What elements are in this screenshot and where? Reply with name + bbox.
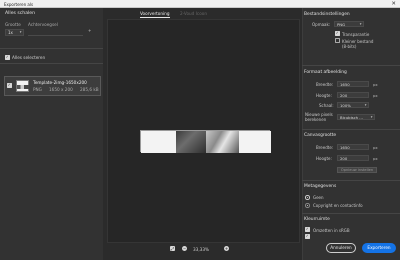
format-value: PNG: [337, 22, 346, 27]
convert-srgb-checkbox[interactable]: ✓: [305, 227, 310, 232]
transparency-checkbox[interactable]: ✓: [335, 31, 340, 36]
canvas-width-label: Breedte:: [316, 145, 334, 150]
banner-photo-2: [206, 131, 239, 153]
tab-preview[interactable]: Voorvertoning: [140, 11, 170, 18]
metadata-none-radio[interactable]: [305, 195, 310, 200]
window-title: Exporteren als: [4, 1, 34, 7]
chevron-down-icon: ▾: [19, 30, 22, 34]
add-scale-icon[interactable]: +: [88, 28, 91, 33]
file-dimensions: 1650 x 200: [49, 87, 73, 92]
divider: [302, 213, 400, 214]
smaller-file-label: Kleiner bestand: [342, 38, 374, 44]
convert-srgb-label: Omzetten in sRGB: [313, 227, 350, 233]
divider: [0, 48, 103, 49]
close-icon[interactable]: ✕: [391, 1, 396, 7]
export-button[interactable]: Exporteren: [362, 243, 396, 253]
divider: [0, 63, 103, 64]
file-list-item[interactable]: ✓ Template-2img-1650x200 PNG 1650 x 200 …: [4, 76, 101, 96]
file-format: PNG: [33, 87, 42, 92]
scale-all-title: Alles schalen: [5, 11, 36, 16]
zoom-in-icon[interactable]: +: [224, 246, 229, 251]
format-label: Opmaak:: [312, 22, 331, 27]
canvas-width-input[interactable]: 1650: [337, 144, 369, 150]
smaller-file-sub: (8-bits): [342, 44, 357, 49]
image-size-title: Formaat afbeelding: [304, 70, 347, 75]
metadata-none-label: Geen: [313, 195, 324, 200]
zoom-bar: ⤢ − 33,33% +: [105, 244, 302, 258]
select-all-label: Alles selecteren: [12, 55, 46, 60]
scale-dropdown[interactable]: 100% ▾: [337, 102, 369, 108]
file-name: Template-2img-1650x200: [33, 80, 87, 85]
chevron-down-icon: ▾: [364, 103, 367, 107]
scale-value: 100%: [340, 103, 351, 108]
file-size: 285,6 kB: [80, 87, 99, 92]
zoom-out-icon[interactable]: −: [182, 246, 187, 251]
resample-value: Bicubisch ...: [340, 115, 363, 120]
tab-2x-icon[interactable]: 2-Voud Icoon: [180, 11, 207, 16]
format-dropdown[interactable]: PNG ▾: [334, 21, 364, 27]
suffix-input[interactable]: [28, 29, 83, 36]
left-panel: Alles schalen Grootte Achtervoegsel 1x ▾…: [0, 8, 103, 260]
smaller-file-checkbox[interactable]: [335, 38, 340, 43]
canvas-size-title: Canvasgrootte: [304, 133, 337, 138]
metadata-copyright-label: Copyright en contactinfo: [313, 203, 363, 208]
divider: [302, 65, 400, 66]
metadata-title: Metagegevens: [304, 184, 337, 189]
banner-white-right: [239, 131, 271, 153]
width-label: Breedte:: [316, 82, 334, 87]
file-settings-title: Bestandsinstellingen: [304, 12, 350, 17]
divider: [302, 180, 400, 181]
height-unit: px: [373, 93, 378, 98]
width-unit: px: [373, 82, 378, 87]
file-checkbox[interactable]: ✓: [7, 83, 12, 88]
banner-photo-1: [176, 131, 206, 153]
scale-label: Schaal:: [319, 103, 334, 108]
zoom-level: 33,33%: [193, 246, 209, 252]
canvas-height-input[interactable]: 200: [337, 155, 369, 161]
preview-area: Voorvertoning 2-Voud Icoon ⤢ − 33,33% +: [105, 8, 302, 260]
suffix-label: Achtervoegsel: [28, 22, 58, 27]
file-thumbnail: [16, 80, 29, 92]
transparency-label: Transparantie: [342, 31, 370, 37]
preview-tabs: Voorvertoning 2-Voud Icoon: [105, 8, 302, 19]
extra-checkbox[interactable]: ✓: [305, 234, 310, 239]
resample-label: Nieuwe pixels berekenen: [305, 112, 333, 122]
title-bar: Exporteren als ✕: [0, 0, 400, 8]
height-label: Hoogte:: [316, 93, 332, 98]
chevron-down-icon: ▾: [359, 22, 362, 26]
chevron-down-icon: ▾: [370, 115, 373, 119]
width-input[interactable]: 1650: [337, 81, 369, 87]
fit-screen-icon[interactable]: ⤢: [170, 246, 175, 251]
size-label: Grootte: [5, 22, 21, 27]
preview-canvas: [107, 19, 300, 243]
resample-dropdown[interactable]: Bicubisch ... ▾: [337, 114, 375, 120]
canvas-height-unit: px: [373, 156, 378, 161]
height-input[interactable]: 200: [337, 92, 369, 98]
canvas-height-label: Hoogte:: [316, 156, 332, 161]
size-dropdown[interactable]: 1x ▾: [5, 29, 24, 36]
select-all-checkbox[interactable]: ✓: [5, 55, 10, 60]
size-value: 1x: [8, 30, 13, 35]
color-space-title: Kleurruimte: [304, 217, 330, 222]
preview-image: [140, 130, 271, 153]
metadata-copyright-radio[interactable]: [305, 203, 310, 208]
canvas-width-unit: px: [373, 145, 378, 150]
divider: [302, 129, 400, 130]
banner-white-left: [141, 131, 176, 153]
cancel-button[interactable]: Annuleren: [326, 243, 356, 253]
reset-canvas-button[interactable]: Opnieuw instellen: [337, 167, 377, 173]
